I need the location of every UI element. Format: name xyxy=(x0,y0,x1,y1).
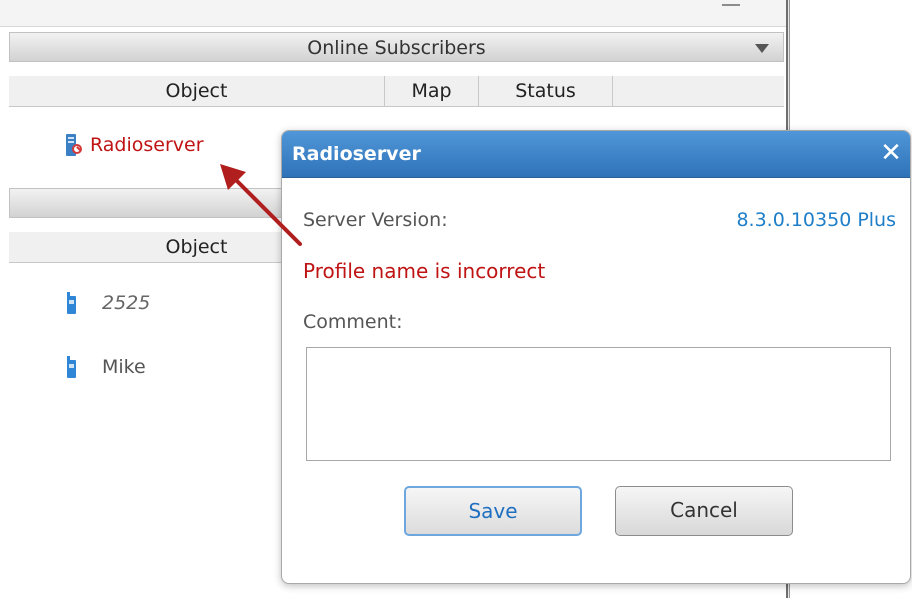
app-stage: Online Subscribers Object Map Status Rad… xyxy=(0,0,912,598)
annotation-arrow xyxy=(220,164,302,246)
